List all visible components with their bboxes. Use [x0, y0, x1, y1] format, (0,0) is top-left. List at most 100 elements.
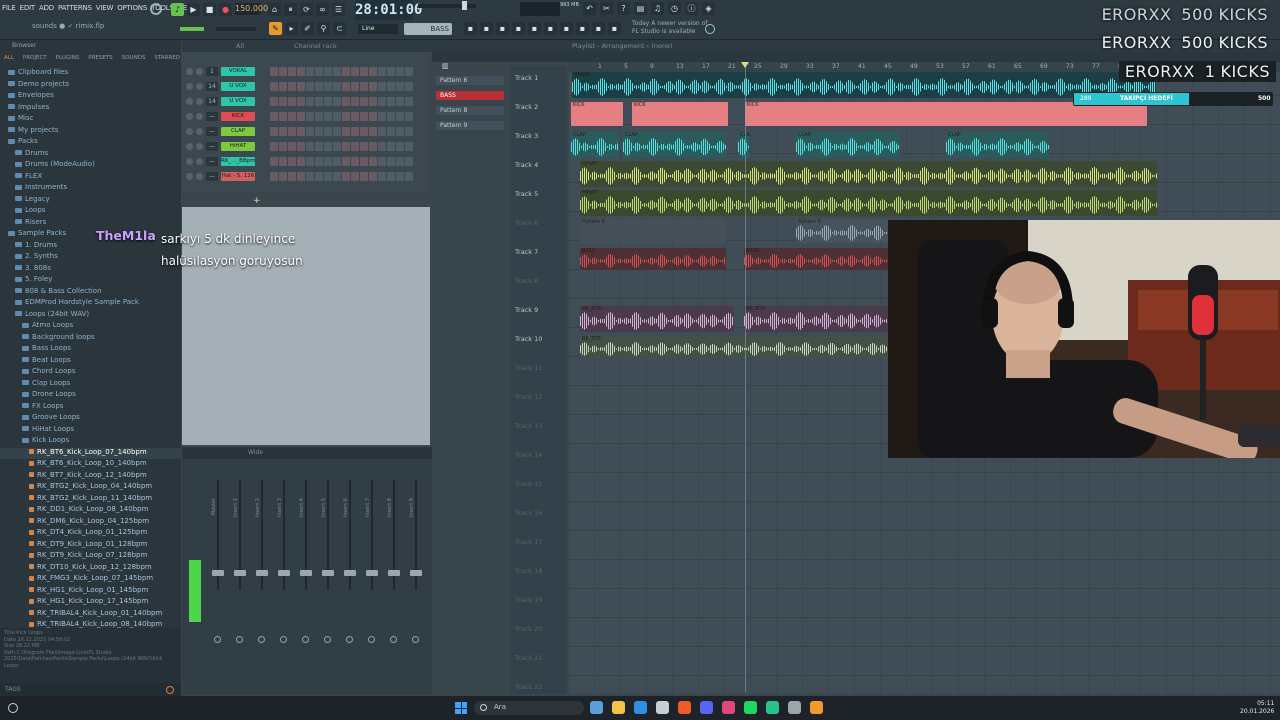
- tempo-display[interactable]: 150.000: [235, 3, 268, 15]
- track-header[interactable]: Track 21: [515, 654, 542, 662]
- obs-icon[interactable]: [766, 701, 779, 714]
- browser-file-item[interactable]: RK_BT6_Kick_Loop_07_140bpm: [0, 447, 181, 459]
- info-icon[interactable]: ⓘ: [685, 2, 698, 15]
- step-button[interactable]: [297, 127, 305, 136]
- track-header[interactable]: Track 7: [515, 248, 538, 256]
- snap-mode-select[interactable]: Line: [358, 24, 398, 34]
- browser-tab-plugins[interactable]: PLUGINS: [56, 55, 80, 61]
- step-button[interactable]: [378, 97, 386, 106]
- track-header[interactable]: Track 1: [515, 74, 538, 82]
- browser-tags-search[interactable]: TAGS: [0, 683, 181, 696]
- step-button[interactable]: [405, 172, 413, 181]
- step-button[interactable]: [270, 97, 278, 106]
- mode-selector[interactable]: [216, 27, 256, 31]
- browser-file-item[interactable]: RK_BT7_Kick_Loop_12_140bpm: [0, 471, 181, 483]
- step-button[interactable]: [369, 172, 377, 181]
- system-clock[interactable]: 05:11 20.01.2026: [1240, 700, 1274, 716]
- step-button[interactable]: [405, 157, 413, 166]
- step-button[interactable]: [387, 67, 395, 76]
- channel-name-button[interactable]: Hat - 5, 126: [221, 172, 255, 181]
- step-button[interactable]: [387, 142, 395, 151]
- step-button[interactable]: [342, 82, 350, 91]
- step-sequencer[interactable]: [270, 112, 413, 121]
- step-button[interactable]: [387, 172, 395, 181]
- mixer-icon[interactable]: ▪: [528, 22, 541, 35]
- playlist-clip[interactable]: BASS: [580, 248, 726, 270]
- browser-folder-item[interactable]: FX Loops: [0, 402, 181, 414]
- track-header[interactable]: Track 17: [515, 538, 542, 546]
- channel-row[interactable]: — Hat - 5, 126: [186, 171, 413, 182]
- step-sequencer[interactable]: [270, 82, 413, 91]
- online-icon[interactable]: ▪: [608, 22, 621, 35]
- main-pitch-fader[interactable]: [180, 27, 204, 31]
- browser-folder-item[interactable]: Misc: [0, 114, 181, 126]
- playhead-marker-icon[interactable]: [741, 62, 749, 68]
- channel-mixer-track[interactable]: —: [206, 157, 218, 166]
- channel-mixer-track[interactable]: 14: [206, 82, 218, 91]
- step-button[interactable]: [360, 82, 368, 91]
- mixer-strip[interactable]: Insert 4: [296, 470, 316, 682]
- channel-rack-icon[interactable]: ▪: [512, 22, 525, 35]
- channel-mixer-track[interactable]: —: [206, 142, 218, 151]
- browser-folder-item[interactable]: Beat Loops: [0, 356, 181, 368]
- step-sequencer[interactable]: [270, 97, 413, 106]
- step-button[interactable]: [315, 142, 323, 151]
- playlist-clip[interactable]: VOKAL: [572, 72, 1156, 98]
- record-button[interactable]: ●: [219, 3, 232, 16]
- step-button[interactable]: [387, 82, 395, 91]
- browser-folder-item[interactable]: Groove Loops: [0, 413, 181, 425]
- playlist-clip[interactable]: KICK: [632, 102, 728, 126]
- step-button[interactable]: [342, 97, 350, 106]
- step-button[interactable]: [279, 142, 287, 151]
- step-button[interactable]: [306, 112, 314, 121]
- mixer-strip[interactable]: Insert 7: [362, 470, 382, 682]
- track-header[interactable]: Track 20: [515, 625, 542, 633]
- start-windows-icon[interactable]: [455, 702, 467, 714]
- channel-pan-knob[interactable]: [186, 143, 193, 150]
- playlist-clip[interactable]: HiHAT: [580, 161, 1157, 187]
- step-button[interactable]: [279, 112, 287, 121]
- playlist-clip[interactable]: HiHAT: [580, 190, 1157, 216]
- playlist-clip[interactable]: BASS: [744, 248, 888, 270]
- track-header[interactable]: Track 10: [515, 335, 542, 343]
- mixer-view-mode[interactable]: Wide: [248, 449, 263, 456]
- track-header[interactable]: Track 12: [515, 393, 542, 401]
- step-button[interactable]: [396, 82, 404, 91]
- browser-file-item[interactable]: RK_DT9_Kick_Loop_07_128bpm: [0, 551, 181, 563]
- step-button[interactable]: [270, 127, 278, 136]
- track-header[interactable]: Track 3: [515, 132, 538, 140]
- step-button[interactable]: [396, 142, 404, 151]
- step-button[interactable]: [315, 82, 323, 91]
- browser-file-item[interactable]: RK_HG1_Kick_Loop_01_145bpm: [0, 586, 181, 598]
- step-button[interactable]: [324, 172, 332, 181]
- step-button[interactable]: [351, 67, 359, 76]
- track-header[interactable]: Track 22: [515, 683, 542, 691]
- instagram-icon[interactable]: [722, 701, 735, 714]
- step-button[interactable]: [333, 97, 341, 106]
- channel-pan-knob[interactable]: [186, 83, 193, 90]
- step-button[interactable]: [333, 157, 341, 166]
- step-button[interactable]: [369, 112, 377, 121]
- brush-icon[interactable]: ⚲: [317, 22, 330, 35]
- track-header[interactable]: Track 15: [515, 480, 542, 488]
- tempo-icon[interactable]: ▪: [592, 22, 605, 35]
- browser-folder-item[interactable]: HiHat Loops: [0, 425, 181, 437]
- track-header[interactable]: Track 16: [515, 509, 542, 517]
- step-button[interactable]: [378, 82, 386, 91]
- step-button[interactable]: [333, 127, 341, 136]
- step-button[interactable]: [306, 127, 314, 136]
- channel-pan-knob[interactable]: [186, 173, 193, 180]
- pan-knob[interactable]: [258, 636, 265, 643]
- channel-mixer-track[interactable]: 1: [206, 67, 218, 76]
- step-button[interactable]: [369, 142, 377, 151]
- playlist-clip[interactable]: CLAP: [571, 132, 619, 158]
- metronome2-icon[interactable]: ◷: [668, 2, 681, 15]
- channel-mixer-track[interactable]: —: [206, 127, 218, 136]
- browser-file-item[interactable]: RK_DT4_Kick_Loop_01_125bpm: [0, 528, 181, 540]
- step-button[interactable]: [387, 127, 395, 136]
- mixer-strip[interactable]: Insert 6: [340, 470, 360, 682]
- menu-file[interactable]: FILE: [2, 4, 16, 16]
- step-button[interactable]: [324, 97, 332, 106]
- step-button[interactable]: [306, 172, 314, 181]
- taskbar-search[interactable]: Ara: [474, 701, 584, 715]
